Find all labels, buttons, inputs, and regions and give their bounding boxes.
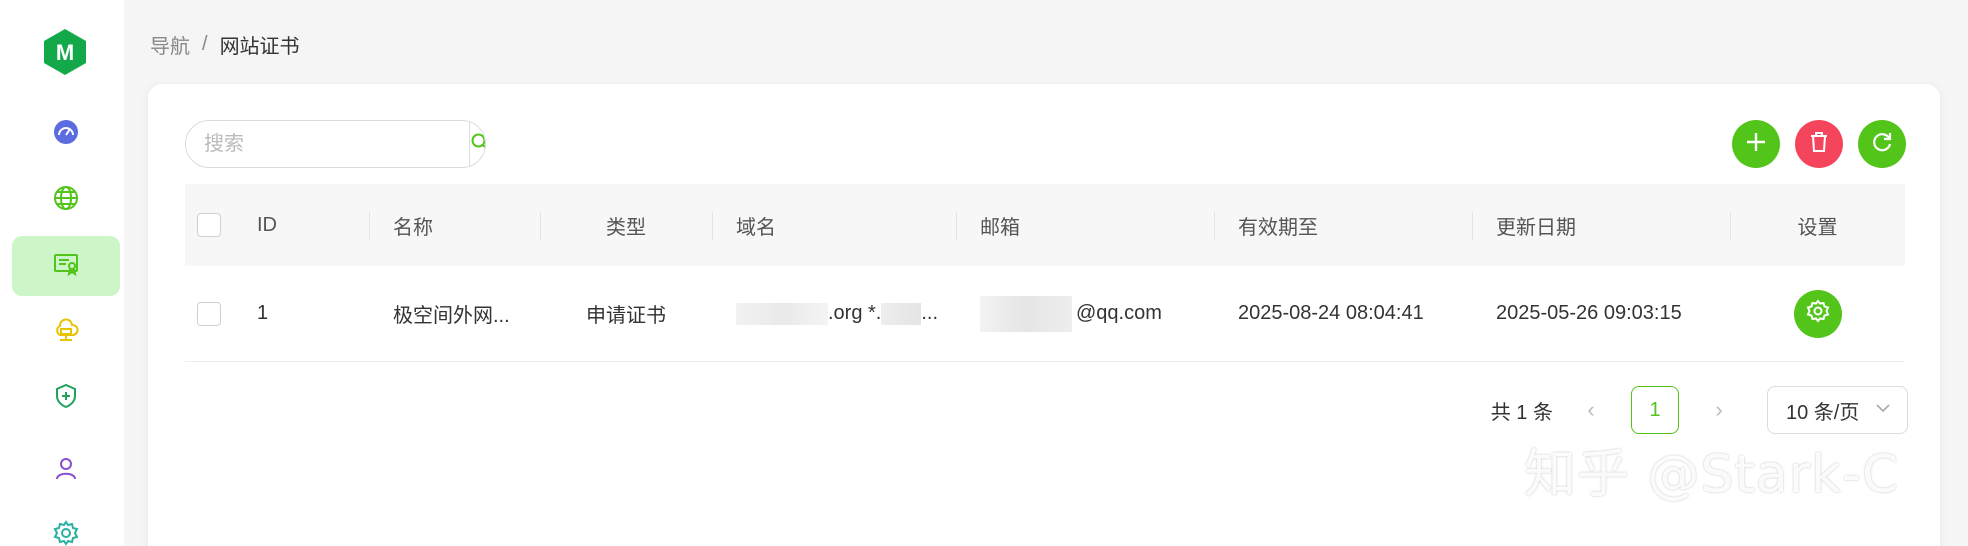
search-icon <box>470 132 485 157</box>
sidebar: M <box>0 0 124 546</box>
row-type: 申请证书 <box>586 305 666 327</box>
gear-icon <box>52 519 80 546</box>
header-expires[interactable]: 有效期至 <box>1238 211 1318 240</box>
chevron-down-icon <box>1875 399 1891 422</box>
cloud-network-icon <box>52 316 80 349</box>
search-input[interactable] <box>186 121 469 167</box>
redacted-block <box>881 302 922 325</box>
sidebar-item-users[interactable] <box>12 440 120 500</box>
header-name[interactable]: 名称 <box>393 211 433 240</box>
sidebar-item-cloud[interactable] <box>12 302 120 362</box>
shield-plus-icon <box>52 382 80 415</box>
search-button[interactable] <box>469 121 485 167</box>
user-icon <box>52 454 80 487</box>
page-size-select[interactable]: 10 条/页 <box>1767 386 1908 434</box>
header-type[interactable]: 类型 <box>606 211 646 240</box>
breadcrumb: 导航 / 网站证书 <box>150 30 300 59</box>
select-all-checkbox[interactable] <box>197 213 221 237</box>
refresh-icon <box>1869 129 1895 160</box>
breadcrumb-separator: / <box>202 33 208 55</box>
row-settings-button[interactable] <box>1793 289 1842 338</box>
header-settings: 设置 <box>1797 216 1838 239</box>
delete-button[interactable] <box>1795 120 1843 168</box>
row-checkbox[interactable] <box>197 301 221 326</box>
search-box <box>185 120 486 168</box>
redacted-block <box>736 302 828 325</box>
row-domain-part1: .org *. <box>828 302 882 324</box>
sidebar-item-network[interactable] <box>12 170 120 230</box>
row-domain-part2: ... <box>921 302 939 324</box>
header-email[interactable]: 邮箱 <box>980 211 1020 240</box>
globe-icon <box>52 184 80 217</box>
add-button[interactable] <box>1732 120 1780 168</box>
prev-page-button[interactable]: ‹ <box>1579 397 1603 423</box>
next-page-button[interactable]: › <box>1707 397 1731 423</box>
pagination: 共 1 条 ‹ 1 › 10 条/页 <box>1491 386 1908 434</box>
certificate-icon <box>52 250 80 283</box>
row-email-text: @qq.com <box>1076 302 1162 324</box>
dashboard-icon <box>52 118 80 151</box>
row-id: 1 <box>257 302 269 324</box>
sidebar-item-dashboard[interactable] <box>12 104 120 164</box>
toolbar <box>1732 120 1906 168</box>
breadcrumb-root[interactable]: 导航 <box>150 30 190 59</box>
table-header: ID 名称 类型 域名 邮箱 有效期至 更新日期 设置 <box>185 184 1905 266</box>
svg-text:M: M <box>56 40 74 65</box>
redacted-block <box>980 295 1072 332</box>
pagination-total: 共 1 条 <box>1490 401 1553 424</box>
plus-icon <box>1743 129 1769 160</box>
page-button-current[interactable]: 1 <box>1631 386 1679 434</box>
certificate-table: ID 名称 类型 域名 邮箱 有效期至 更新日期 设置 1 极空间外网... 申… <box>185 184 1905 362</box>
sidebar-item-certificates[interactable] <box>12 236 120 296</box>
app-logo[interactable]: M <box>43 28 87 76</box>
refresh-button[interactable] <box>1858 120 1906 168</box>
row-email: @qq.com <box>956 266 1214 361</box>
row-domain: .org *.... <box>712 266 956 361</box>
sidebar-item-settings[interactable] <box>12 505 120 546</box>
sidebar-item-security[interactable] <box>12 368 120 428</box>
row-expires: 2025-08-24 08:04:41 <box>1238 302 1424 324</box>
table-row[interactable]: 1 极空间外网... 申请证书 .org *.... @qq.com 2025-… <box>185 266 1905 362</box>
header-id[interactable]: ID <box>257 214 277 237</box>
watermark: 知乎 @Stark-C <box>1524 445 1900 505</box>
row-updated: 2025-05-26 09:03:15 <box>1496 302 1682 324</box>
header-domain[interactable]: 域名 <box>736 211 776 240</box>
page-size-value: 10 条/页 <box>1786 401 1860 424</box>
breadcrumb-current: 网站证书 <box>219 36 300 58</box>
trash-icon <box>1806 129 1832 160</box>
header-updated[interactable]: 更新日期 <box>1496 211 1576 240</box>
gear-icon <box>1805 298 1831 330</box>
row-name: 极空间外网... <box>393 305 510 327</box>
